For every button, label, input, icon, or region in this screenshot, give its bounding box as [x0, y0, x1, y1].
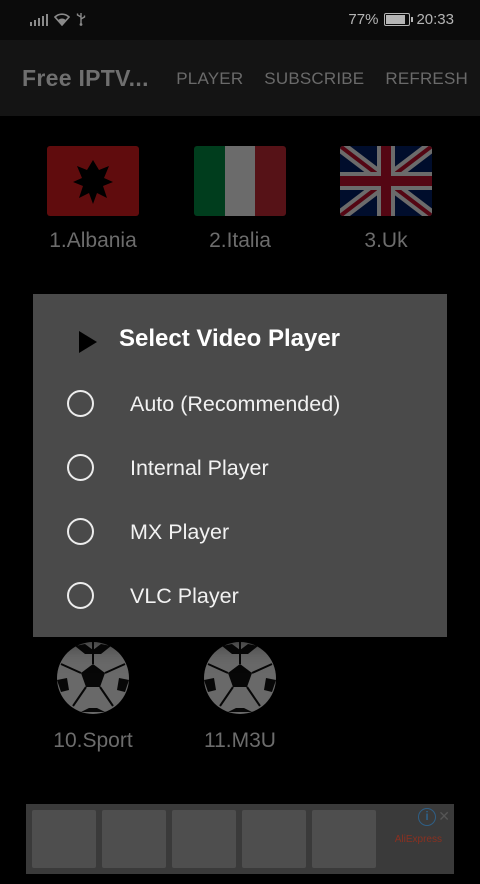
- option-label: MX Player: [130, 520, 230, 544]
- option-auto[interactable]: Auto (Recommended): [33, 372, 447, 436]
- menu-subscribe[interactable]: SUBSCRIBE: [264, 69, 364, 89]
- ad-product-image[interactable]: [242, 810, 306, 868]
- radio-button[interactable]: [67, 518, 94, 545]
- ad-info-icon[interactable]: i: [418, 808, 436, 826]
- status-right: 77% 20:33: [348, 11, 454, 28]
- soccer-ball-icon: [202, 640, 278, 716]
- menu-refresh[interactable]: REFRESH: [385, 69, 468, 89]
- ad-brand: AliExpress: [394, 834, 442, 845]
- ad-close-icon[interactable]: ✕: [438, 808, 450, 825]
- albania-flag-icon: [47, 146, 139, 216]
- ad-banner[interactable]: i ✕ AliExpress: [26, 804, 454, 874]
- ad-product-image[interactable]: [312, 810, 376, 868]
- radio-button[interactable]: [67, 390, 94, 417]
- status-bar: 77% 20:33: [0, 0, 480, 40]
- ad-product-image[interactable]: [172, 810, 236, 868]
- radio-button[interactable]: [67, 454, 94, 481]
- status-left-icons: [30, 12, 86, 26]
- wifi-icon: [54, 13, 70, 26]
- channel-tile-uk[interactable]: 3.Uk: [316, 146, 456, 253]
- italy-flag-icon: [194, 146, 286, 216]
- uk-flag-icon: [340, 146, 432, 216]
- play-icon: [79, 331, 97, 353]
- dialog-header: Select Video Player: [33, 294, 447, 382]
- soccer-ball-icon: [55, 640, 131, 716]
- ad-product-image[interactable]: [102, 810, 166, 868]
- channel-tile-m3u[interactable]: 11.M3U: [170, 640, 310, 753]
- option-label: VLC Player: [130, 584, 239, 608]
- app-bar: Free IPTV... PLAYER SUBSCRIBE REFRESH: [0, 40, 480, 116]
- option-label: Internal Player: [130, 456, 269, 480]
- ad-product-image[interactable]: [32, 810, 96, 868]
- option-mx-player[interactable]: MX Player: [33, 500, 447, 564]
- usb-icon: [76, 13, 86, 26]
- clock: 20:33: [416, 11, 454, 28]
- channel-tile-italia[interactable]: 2.Italia: [170, 146, 310, 253]
- app-menu: PLAYER SUBSCRIBE REFRESH: [176, 69, 468, 89]
- channel-tile-sport[interactable]: 10.Sport: [23, 640, 163, 753]
- channel-label: 3.Uk: [364, 229, 408, 252]
- select-video-player-dialog: Select Video Player Auto (Recommended) I…: [33, 294, 447, 637]
- menu-player[interactable]: PLAYER: [176, 69, 243, 89]
- channel-label: 2.Italia: [209, 229, 271, 252]
- channel-tile-albania[interactable]: 1.Albania: [23, 146, 163, 253]
- channel-label: 11.M3U: [204, 729, 276, 752]
- battery-percent: 77%: [348, 11, 379, 28]
- signal-icon: [30, 12, 48, 26]
- dialog-title: Select Video Player: [119, 325, 341, 352]
- battery-charging-icon: [384, 13, 414, 26]
- app-title: Free IPTV...: [22, 65, 149, 91]
- channel-label: 1.Albania: [49, 229, 137, 252]
- channel-label: 10.Sport: [53, 729, 133, 752]
- option-internal-player[interactable]: Internal Player: [33, 436, 447, 500]
- option-vlc-player[interactable]: VLC Player: [33, 564, 447, 628]
- radio-button[interactable]: [67, 582, 94, 609]
- option-label: Auto (Recommended): [130, 392, 341, 416]
